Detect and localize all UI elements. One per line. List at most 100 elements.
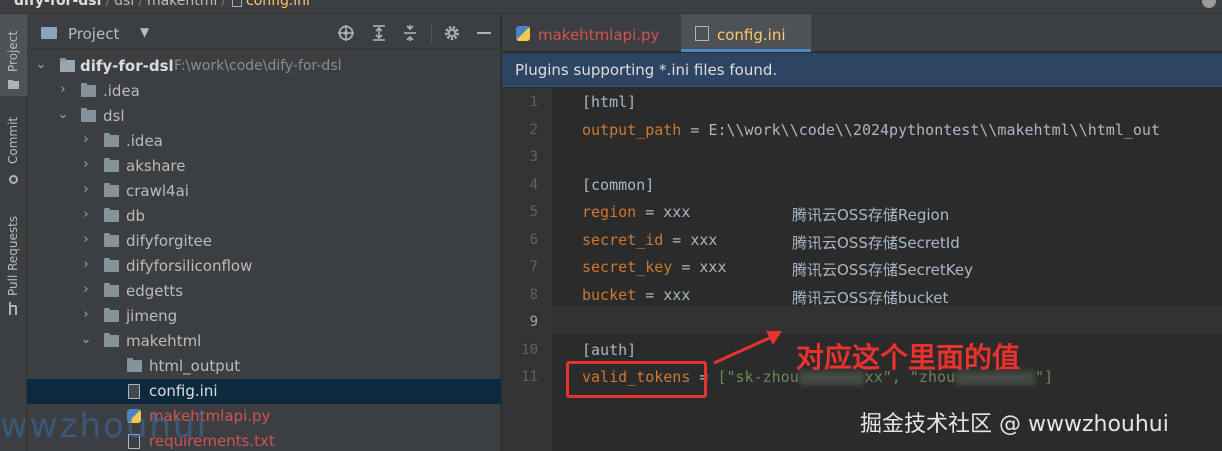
tree-row-folder[interactable]: › difyforgitee <box>27 229 501 254</box>
folder-icon <box>60 58 75 72</box>
banner-text: Plugins supporting *.ini files found. <box>515 61 778 79</box>
header-divider <box>431 23 432 43</box>
tree-row-folder[interactable]: › edgetts <box>27 279 501 304</box>
project-view-selector[interactable]: Project <box>68 25 119 43</box>
tree-row-folder[interactable]: › jimeng <box>27 304 501 329</box>
tree-item-label: .idea <box>103 82 140 100</box>
commit-icon <box>9 175 18 184</box>
folder-icon <box>104 183 119 197</box>
project-panel-header: Project ▼ <box>27 14 501 50</box>
python-file-icon <box>516 26 530 41</box>
tree-row-folder[interactable]: › difyforsiliconflow <box>27 254 501 279</box>
breadcrumb-item-makehtml[interactable]: makehtml <box>147 0 217 9</box>
folder-icon <box>104 133 119 147</box>
expand-arrow-icon[interactable]: › <box>80 157 92 172</box>
chevron-down-icon[interactable]: ▼ <box>140 25 149 39</box>
expand-arrow-icon[interactable]: › <box>57 82 69 97</box>
tree-row-folder[interactable]: › akshare <box>27 154 501 179</box>
tree-item-label: dsl <box>103 107 125 125</box>
code-line: [common] <box>582 176 655 194</box>
navigation-bar: dify-for-dsl / dsl / makehtml / config.ini <box>0 0 1222 14</box>
line-number: 11 <box>521 369 538 385</box>
folder-icon <box>8 80 19 89</box>
code-comment: 腾讯云OSS存储SecretId <box>792 234 960 252</box>
line-number: 2 <box>529 122 538 138</box>
tree-row-folder[interactable]: html_output <box>27 354 501 379</box>
expand-arrow-icon[interactable]: › <box>80 207 92 222</box>
code-line: secret_id = xxx <box>582 231 718 249</box>
tree-row-folder[interactable]: › .idea <box>27 129 501 154</box>
breadcrumb-item-dsl[interactable]: dsl <box>114 0 134 9</box>
breadcrumb-item-project[interactable]: dify-for-dsl <box>14 0 101 9</box>
tree-item-label: makehtml <box>126 332 202 350</box>
tree-row-folder[interactable]: › crawl4ai <box>27 179 501 204</box>
tree-item-label: difyforsiliconflow <box>126 257 253 275</box>
expand-all-icon[interactable] <box>370 24 388 42</box>
project-tool-tab-label: Project <box>6 30 20 72</box>
pull-requests-tool-tab[interactable]: Pull Requests <box>0 210 27 320</box>
file-icon <box>232 0 242 7</box>
tree-row-file-selected[interactable]: config.ini <box>27 379 501 404</box>
breadcrumb: dify-for-dsl / dsl / makehtml / config.ini <box>14 0 310 9</box>
expand-arrow-icon[interactable]: ⌄ <box>35 57 47 72</box>
tab-config-ini[interactable]: config.ini <box>681 14 811 52</box>
expand-arrow-icon[interactable]: ⌄ <box>57 107 69 122</box>
project-path: F:\work\code\dify-for-dsl <box>174 58 342 74</box>
line-number: 3 <box>529 149 538 165</box>
line-number: 7 <box>529 259 538 275</box>
folder-icon <box>104 333 119 347</box>
folder-icon <box>104 258 119 272</box>
editor-tab-bar: makehtmlapi.py config.ini <box>502 14 1222 52</box>
code-line: region = xxx <box>582 203 691 221</box>
folder-icon <box>127 358 142 372</box>
breadcrumb-item-file[interactable]: config.ini <box>246 0 310 9</box>
tree-item-label: .idea <box>126 132 163 150</box>
line-number: 6 <box>529 232 538 248</box>
expand-arrow-icon[interactable]: › <box>80 232 92 247</box>
code-line: [html] <box>582 93 637 111</box>
tree-item-label: crawl4ai <box>126 182 189 200</box>
tree-item-label: config.ini <box>149 382 218 400</box>
gear-icon[interactable] <box>443 24 461 42</box>
expand-arrow-icon[interactable]: › <box>80 132 92 147</box>
annotation-arrow-icon <box>713 331 782 365</box>
expand-arrow-icon[interactable]: › <box>80 257 92 272</box>
code-line: output_path = E:\\work\\code\\2024python… <box>582 121 1160 139</box>
tool-window-stripe: Project Commit Pull Requests <box>0 14 27 451</box>
tree-row-folder[interactable]: ⌄ dsl <box>27 104 501 129</box>
tree-row-folder[interactable]: › db <box>27 204 501 229</box>
code-line: [auth] <box>582 341 637 359</box>
folder-icon <box>104 233 119 247</box>
expand-arrow-icon[interactable]: ⌄ <box>80 332 92 347</box>
hide-panel-icon[interactable] <box>475 24 493 42</box>
folder-icon <box>81 108 96 122</box>
line-number-current: 9 <box>529 314 538 330</box>
tree-item-label: html_output <box>149 357 241 375</box>
user-icon[interactable] <box>1202 0 1216 8</box>
line-number: 10 <box>521 342 538 358</box>
project-view-icon <box>41 27 57 39</box>
line-number-gutter: 1 2 3 4 5 6 7 8 9 10 11 <box>502 88 552 451</box>
expand-arrow-icon[interactable]: › <box>80 282 92 297</box>
line-number: 4 <box>529 177 538 193</box>
pull-requests-tool-tab-label: Pull Requests <box>6 215 20 296</box>
tree-item-label: difyforgitee <box>126 232 212 250</box>
folder-icon <box>104 308 119 322</box>
code-comment: 腾讯云OSS存储bucket <box>792 289 949 307</box>
folder-icon <box>104 158 119 172</box>
tree-item-label: dify-for-dsl <box>80 57 174 75</box>
expand-arrow-icon[interactable]: › <box>80 182 92 197</box>
expand-arrow-icon[interactable]: › <box>80 307 92 322</box>
project-tool-tab[interactable]: Project <box>0 14 27 96</box>
tree-row-folder[interactable]: ⌄ makehtml <box>27 329 501 354</box>
line-number: 5 <box>529 204 538 220</box>
collapse-all-icon[interactable] <box>401 24 419 42</box>
tree-row-root[interactable]: ⌄ dify-for-dsl F:\work\code\dify-for-dsl <box>27 54 501 79</box>
tab-makehtmlapi-py[interactable]: makehtmlapi.py <box>502 14 680 52</box>
tree-row-folder[interactable]: › .idea <box>27 79 501 104</box>
locate-file-icon[interactable] <box>337 24 355 42</box>
line-number: 8 <box>529 287 538 303</box>
commit-tool-tab[interactable]: Commit <box>0 112 27 192</box>
watermark-left: wwzhouhui <box>0 406 208 446</box>
folder-icon <box>104 208 119 222</box>
